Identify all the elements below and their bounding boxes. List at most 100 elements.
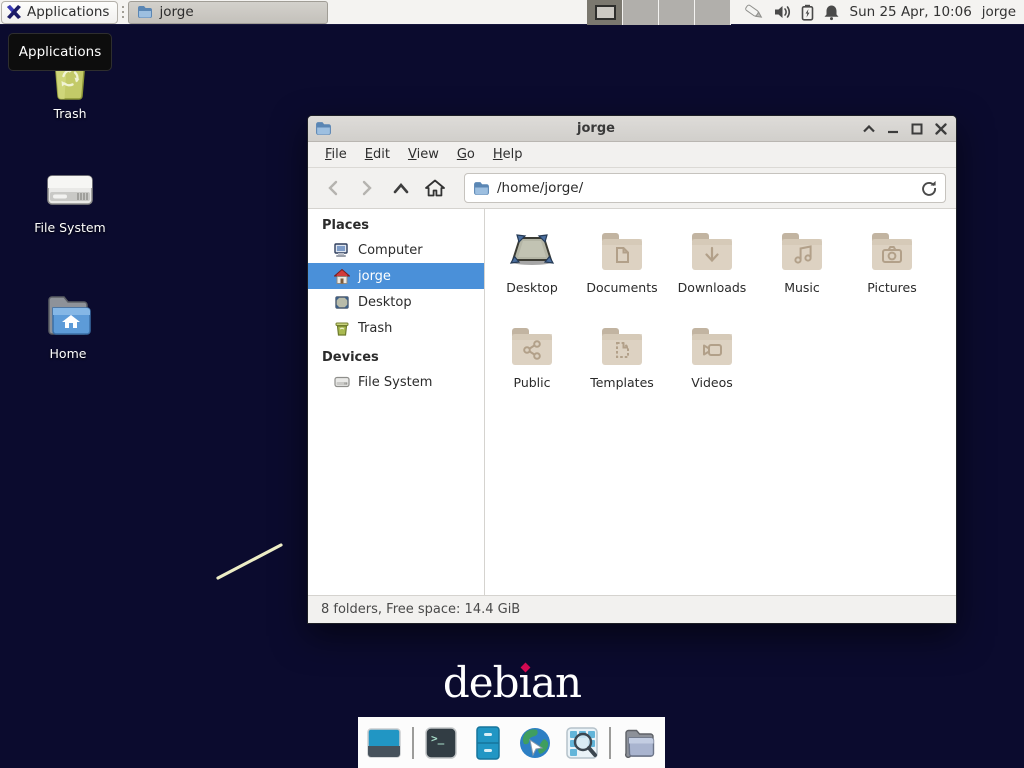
dock-terminal-button[interactable]: >_ (422, 723, 461, 763)
folder-item-music[interactable]: Music (757, 227, 847, 322)
notifications-bell-icon[interactable] (823, 4, 840, 21)
top-panel: Applications jorge (0, 0, 1024, 25)
workspace-4[interactable] (695, 0, 731, 25)
folder-item-templates[interactable]: Templates (577, 322, 667, 417)
panel-clock[interactable]: Sun 25 Apr, 10:06 (850, 4, 972, 20)
dock-file-manager-button[interactable] (619, 723, 658, 763)
back-button[interactable] (316, 174, 350, 202)
xfce-logo-icon (6, 4, 22, 20)
window-title: jorge (332, 121, 860, 136)
menu-edit[interactable]: Edit (356, 144, 399, 165)
dock-web-browser-button[interactable] (516, 723, 555, 763)
svg-text:>_: >_ (431, 732, 445, 745)
folder-label: Desktop (506, 280, 558, 295)
dock-separator (412, 727, 414, 759)
workspace-2[interactable] (623, 0, 659, 25)
tooltip-text: Applications (19, 44, 101, 60)
statusbar-text: 8 folders, Free space: 14.4 GiB (321, 602, 520, 617)
folder-label: Videos (691, 375, 733, 390)
panel-drag-handle[interactable] (120, 3, 126, 21)
desktop-special-icon (508, 227, 556, 275)
folder-item-documents[interactable]: Documents (577, 227, 667, 322)
desktop-icon-label: File System (34, 220, 106, 235)
forward-button[interactable] (350, 174, 384, 202)
home-folder-icon (42, 292, 94, 340)
volume-icon[interactable] (774, 4, 792, 20)
debian-logo: debıan (432, 658, 592, 712)
music-folder-icon (778, 227, 826, 275)
path-bar[interactable]: /home/jorge/ (464, 173, 946, 203)
sidebar-item-computer[interactable]: Computer (308, 237, 484, 263)
close-button[interactable] (932, 120, 949, 137)
dock-separator (609, 727, 611, 759)
file-cabinet-icon (469, 724, 507, 762)
system-tray (743, 3, 840, 21)
annotation-pen-icon[interactable] (743, 3, 765, 21)
sidebar-item-label: Desktop (358, 295, 412, 310)
file-manager-window: jorge File Edit View Go Help (307, 115, 957, 624)
shade-button[interactable] (860, 120, 877, 137)
up-chevron-icon (393, 183, 409, 194)
debian-logo-text-pre: deb (443, 658, 519, 707)
dock-app-finder-button[interactable] (562, 723, 601, 763)
file-manager-folder-icon (620, 724, 658, 762)
sidebar-item-jorge[interactable]: jorge (308, 263, 484, 289)
folder-item-desktop[interactable]: Desktop (487, 227, 577, 322)
menu-help[interactable]: Help (484, 144, 532, 165)
applications-menu-label: Applications (27, 4, 109, 20)
taskbar-window-button[interactable]: jorge (128, 1, 328, 24)
trash-icon (334, 321, 350, 336)
window-body: Places Computer jorge (308, 209, 956, 595)
window-titlebar[interactable]: jorge (308, 116, 956, 142)
sidebar-item-trash[interactable]: Trash (308, 315, 484, 341)
battery-charging-icon[interactable] (801, 4, 814, 21)
desktop-icon-file-system[interactable]: File System (15, 168, 125, 235)
taskbar-window-label: jorge (159, 4, 193, 20)
home-icon (425, 179, 445, 197)
folder-label: Templates (590, 375, 654, 390)
menu-go[interactable]: Go (448, 144, 484, 165)
applications-menu-button[interactable]: Applications (1, 1, 118, 24)
home-icon (334, 269, 350, 284)
maximize-button[interactable] (908, 120, 925, 137)
folder-item-downloads[interactable]: Downloads (667, 227, 757, 322)
sidebar-item-file-system[interactable]: File System (308, 369, 484, 395)
workspace-switcher[interactable] (587, 0, 731, 25)
path-folder-icon (473, 181, 490, 196)
folder-item-videos[interactable]: Videos (667, 322, 757, 417)
folder-view[interactable]: Desktop Documents (485, 209, 956, 595)
window-folder-icon (315, 121, 332, 136)
up-button[interactable] (384, 174, 418, 202)
folder-label: Documents (586, 280, 657, 295)
desktop-icon-home[interactable]: Home (13, 292, 123, 361)
forward-chevron-icon (361, 180, 373, 196)
sidebar: Places Computer jorge (308, 209, 485, 595)
panel-username[interactable]: jorge (982, 4, 1016, 20)
sidebar-item-label: Computer (358, 243, 423, 258)
downloads-folder-icon (688, 227, 736, 275)
minimize-button[interactable] (884, 120, 901, 137)
workspace-1[interactable] (587, 0, 623, 25)
bottom-dock: >_ (358, 717, 665, 768)
sidebar-item-desktop[interactable]: Desktop (308, 289, 484, 315)
document-folder-icon (598, 227, 646, 275)
home-button[interactable] (418, 174, 452, 202)
menu-view[interactable]: View (399, 144, 448, 165)
desktop-icon (334, 295, 350, 310)
workspace-3[interactable] (659, 0, 695, 25)
folder-item-pictures[interactable]: Pictures (847, 227, 937, 322)
sidebar-header-devices: Devices (308, 347, 484, 369)
dock-file-cabinet-button[interactable] (469, 723, 508, 763)
folder-item-public[interactable]: Public (487, 322, 577, 417)
desktop-icon-label: Trash (53, 106, 86, 121)
dock-show-desktop-button[interactable] (365, 723, 404, 763)
sidebar-header-places: Places (308, 215, 484, 237)
show-desktop-icon (365, 724, 403, 762)
reload-icon[interactable] (921, 180, 937, 196)
drive-icon (44, 168, 96, 214)
desktop-icon-label: Home (50, 346, 87, 361)
statusbar: 8 folders, Free space: 14.4 GiB (308, 595, 956, 623)
toolbar: /home/jorge/ (308, 168, 956, 209)
path-input[interactable]: /home/jorge/ (497, 180, 914, 196)
menu-file[interactable]: File (316, 144, 356, 165)
